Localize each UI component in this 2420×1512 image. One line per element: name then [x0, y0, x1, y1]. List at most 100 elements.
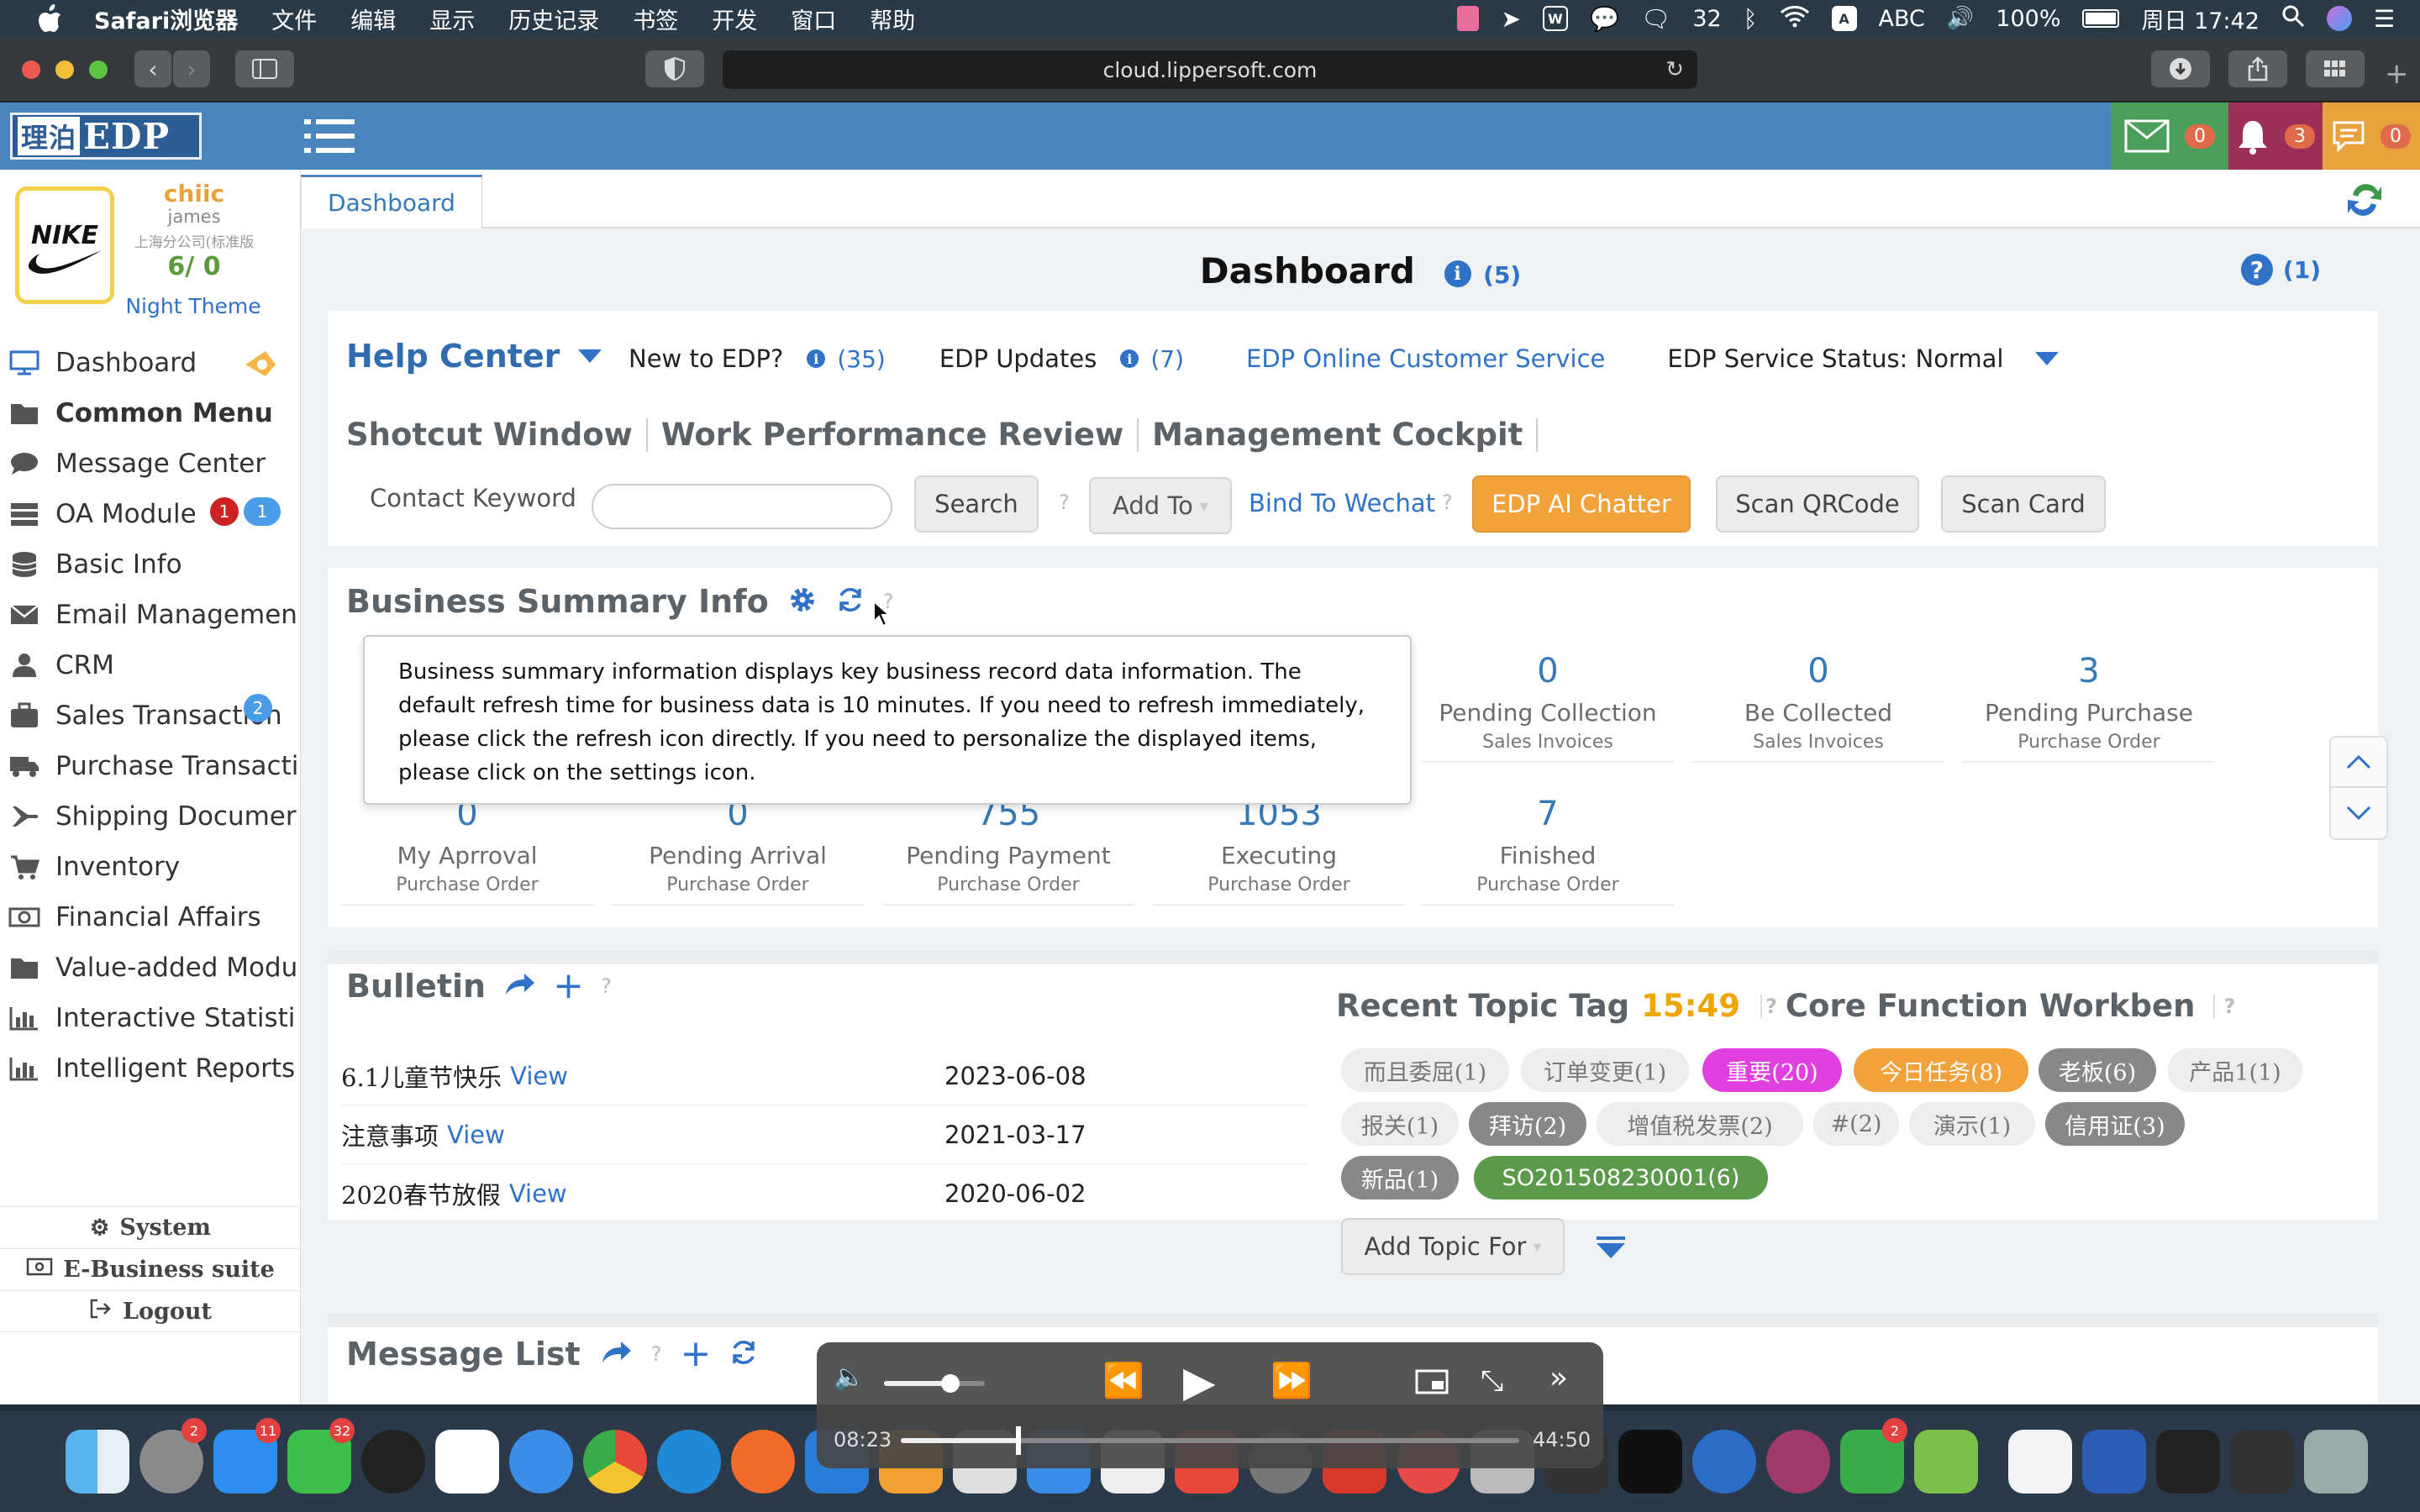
- help-center-title[interactable]: Help Center: [346, 338, 602, 375]
- logout-link[interactable]: Logout: [0, 1290, 301, 1332]
- user-counts[interactable]: 6/ 0: [123, 252, 266, 281]
- stat-finished[interactable]: 7 Finished Purchase Order: [1422, 795, 1674, 906]
- sidebar-item-sales[interactable]: Sales Transaction 2: [0, 690, 301, 741]
- title-count[interactable]: (5): [1483, 261, 1521, 289]
- back-button[interactable]: ‹: [134, 50, 171, 87]
- help-button[interactable]: ? (1): [2240, 254, 2321, 286]
- new-to-edp-count[interactable]: (35): [837, 345, 885, 373]
- sidebar-item-intelligent-reports[interactable]: Intelligent Reports: [0, 1043, 301, 1094]
- dock-app-icon[interactable]: [1692, 1430, 1756, 1494]
- topic-tag[interactable]: 重要(20): [1702, 1048, 1842, 1092]
- volume-icon[interactable]: 🔊: [1947, 6, 1974, 31]
- scroll-down-button[interactable]: [2329, 788, 2388, 840]
- topic-tag[interactable]: 演示(1): [1909, 1102, 2035, 1146]
- bulletin-view-link[interactable]: View: [509, 1179, 567, 1208]
- topic-tag[interactable]: 报关(1): [1341, 1102, 1459, 1146]
- tab-overview-icon[interactable]: [2306, 50, 2365, 87]
- scan-card-button[interactable]: Scan Card: [1941, 475, 2106, 533]
- word-doc-icon[interactable]: [2082, 1430, 2146, 1494]
- work-performance-link[interactable]: Work Performance Review: [661, 417, 1123, 453]
- workbench-help-icon[interactable]: ?: [2213, 994, 2235, 1018]
- topic-tag[interactable]: SO201508230001(6): [1474, 1156, 1768, 1200]
- siri-icon[interactable]: [2326, 6, 2352, 31]
- search-help-icon[interactable]: ?: [1059, 491, 1070, 514]
- dashboard-flag-icon[interactable]: [242, 348, 279, 386]
- sidebar-item-financial[interactable]: Financial Affairs: [0, 892, 301, 942]
- topic-tag[interactable]: 老板(6): [2039, 1048, 2156, 1092]
- video-playhead[interactable]: [1015, 1426, 1021, 1455]
- picture-in-picture-icon[interactable]: [1415, 1366, 1449, 1404]
- stat-pending-arrival[interactable]: 0 Pending Arrival Purchase Order: [612, 795, 864, 906]
- trash-icon[interactable]: [2304, 1430, 2368, 1494]
- control-center-icon[interactable]: ☰: [2374, 5, 2395, 33]
- topic-tag[interactable]: 今日任务(8): [1854, 1048, 2028, 1092]
- topic-tag[interactable]: 拜访(2): [1469, 1102, 1586, 1146]
- refresh-icon[interactable]: [836, 585, 865, 617]
- notification-button[interactable]: 3: [2228, 102, 2323, 170]
- activity-monitor-icon[interactable]: [1618, 1430, 1682, 1494]
- sidebar-toggle-icon[interactable]: [235, 50, 294, 87]
- input-method-label[interactable]: ABC: [1879, 6, 1925, 32]
- ai-chatter-button[interactable]: EDP AI Chatter: [1472, 475, 1691, 533]
- rewind-icon[interactable]: ⏪: [1102, 1361, 1144, 1400]
- send-icon[interactable]: ➤: [1501, 5, 1520, 33]
- night-theme-link[interactable]: Night Theme: [84, 294, 302, 318]
- refresh-swap-icon[interactable]: [2344, 180, 2385, 220]
- contact-keyword-input[interactable]: [592, 484, 892, 529]
- share-arrow-icon[interactable]: [502, 971, 536, 1001]
- topic-tag[interactable]: 而且委屈(1): [1341, 1048, 1509, 1092]
- volume-slider[interactable]: [884, 1374, 985, 1393]
- speech-icon[interactable]: 💬: [1590, 5, 1619, 33]
- status-app-icon[interactable]: [1457, 6, 1480, 31]
- add-message-icon[interactable]: +: [680, 1332, 711, 1375]
- info-icon[interactable]: i: [1444, 260, 1471, 287]
- topic-tag[interactable]: 信用证(3): [2045, 1102, 2185, 1146]
- menu-history[interactable]: 历史记录: [508, 3, 599, 35]
- menu-edit[interactable]: 编辑: [350, 3, 396, 35]
- ebusiness-link[interactable]: E-Business suite: [0, 1248, 301, 1290]
- topic-tag[interactable]: 产品1(1): [2168, 1048, 2302, 1092]
- sidebar-item-oa-module[interactable]: OA Module 1 1: [0, 489, 301, 539]
- sidebar-item-dashboard[interactable]: Dashboard: [0, 338, 301, 388]
- stat-pending-payment[interactable]: 755 Pending Payment Purchase Order: [882, 795, 1134, 906]
- edge-icon[interactable]: [657, 1430, 721, 1494]
- management-cockpit-link[interactable]: Management Cockpit: [1152, 417, 1523, 453]
- sidebar-item-shipping[interactable]: Shipping Documer: [0, 791, 301, 842]
- spotlight-icon[interactable]: [2281, 4, 2305, 34]
- new-to-edp-link[interactable]: New to EDP?: [629, 344, 783, 373]
- volume-icon[interactable]: 🔈: [834, 1362, 865, 1392]
- dock-app-icon[interactable]: [1914, 1430, 1978, 1494]
- add-bulletin-icon[interactable]: +: [553, 964, 584, 1007]
- topic-help-icon[interactable]: ?: [1760, 994, 1777, 1018]
- message-help-icon[interactable]: ?: [651, 1342, 662, 1366]
- edp-updates-count[interactable]: (7): [1150, 345, 1184, 373]
- sidebar-item-crm[interactable]: CRM: [0, 640, 301, 690]
- play-icon[interactable]: ▶: [1183, 1357, 1215, 1406]
- w-icon[interactable]: W: [1542, 6, 1568, 31]
- mail-button[interactable]: 0: [2111, 102, 2228, 170]
- collapse-icon[interactable]: ⤡: [1481, 1364, 1503, 1398]
- sidebar-item-interactive-stats[interactable]: Interactive Statisti: [0, 993, 301, 1043]
- bluetooth-icon[interactable]: ᛒ: [1744, 5, 1758, 33]
- input-method-icon[interactable]: A: [1831, 6, 1857, 31]
- menu-window[interactable]: 窗口: [791, 3, 836, 35]
- zoom-window-button[interactable]: [89, 60, 108, 79]
- document-icon[interactable]: [2008, 1430, 2072, 1494]
- stat-be-collected[interactable]: 0 Be Collected Sales Invoices: [1692, 652, 1944, 763]
- menu-app-name[interactable]: Safari浏览器: [94, 3, 238, 35]
- sidebar-item-value-added[interactable]: Value-added Modu: [0, 942, 301, 993]
- add-to-dropdown[interactable]: Add To ▾: [1089, 477, 1232, 534]
- share-arrow-icon[interactable]: [599, 1339, 633, 1369]
- online-service-link[interactable]: EDP Online Customer Service: [1246, 344, 1605, 373]
- wechat-help-icon[interactable]: ?: [1442, 491, 1453, 514]
- menu-bookmarks[interactable]: 书签: [633, 3, 678, 35]
- messages-icon[interactable]: [435, 1430, 499, 1494]
- topic-tag[interactable]: #(2): [1813, 1102, 1899, 1146]
- minimize-window-button[interactable]: [55, 60, 74, 79]
- stat-my-approval[interactable]: 0 My Aprroval Purchase Order: [341, 795, 593, 906]
- stat-pending-purchase[interactable]: 3 Pending Purchase Purchase Order: [1963, 652, 2215, 763]
- tab-dashboard[interactable]: Dashboard: [301, 175, 482, 228]
- scan-qrcode-button[interactable]: Scan QRCode: [1716, 475, 1919, 533]
- new-tab-icon[interactable]: +: [2385, 57, 2409, 91]
- sidebar-item-message-center[interactable]: Message Center: [0, 438, 301, 489]
